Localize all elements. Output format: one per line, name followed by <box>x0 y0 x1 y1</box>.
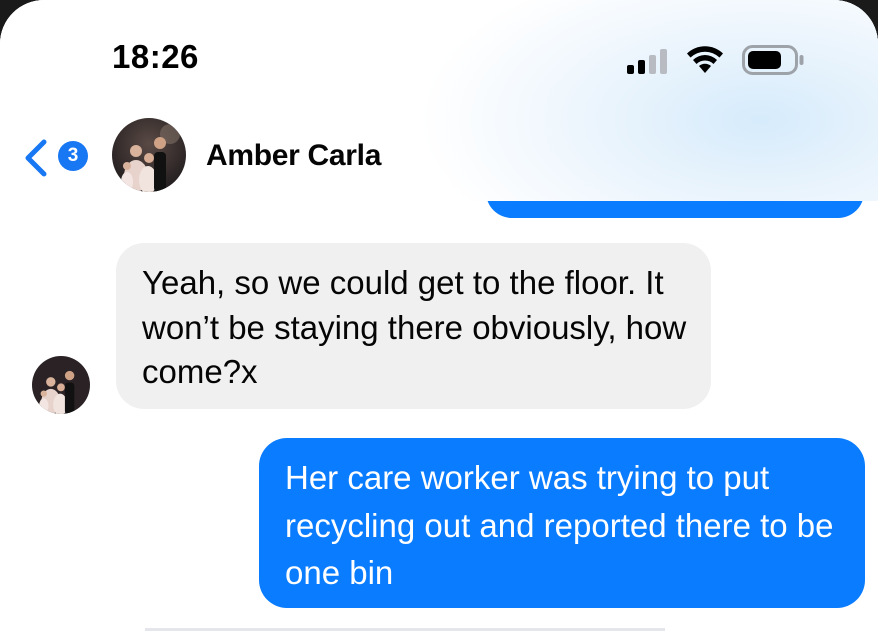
wifi-icon <box>687 46 723 73</box>
messenger-chat-screen: 18:26 3 Amber Carla Yeah, so we could ge… <box>0 0 878 633</box>
chevron-left-icon <box>25 139 47 177</box>
outgoing-message-text: Her care worker was trying to put recycl… <box>285 459 834 591</box>
unread-count-badge: 3 <box>58 141 88 171</box>
cellular-signal-icon <box>627 48 673 74</box>
incoming-message-bubble[interactable]: Yeah, so we could get to the floor. It w… <box>116 243 711 409</box>
divider <box>145 628 665 631</box>
outgoing-message-bubble[interactable]: Her care worker was trying to put recycl… <box>259 438 865 608</box>
sender-avatar[interactable] <box>32 356 90 414</box>
back-button[interactable]: 3 <box>22 134 100 178</box>
incoming-message-text: Yeah, so we could get to the floor. It w… <box>142 264 687 390</box>
contact-name[interactable]: Amber Carla <box>206 139 381 173</box>
previous-outgoing-message-bubble[interactable] <box>486 150 864 218</box>
contact-avatar[interactable] <box>112 118 186 192</box>
battery-icon <box>742 45 804 75</box>
status-bar-time: 18:26 <box>112 38 199 75</box>
